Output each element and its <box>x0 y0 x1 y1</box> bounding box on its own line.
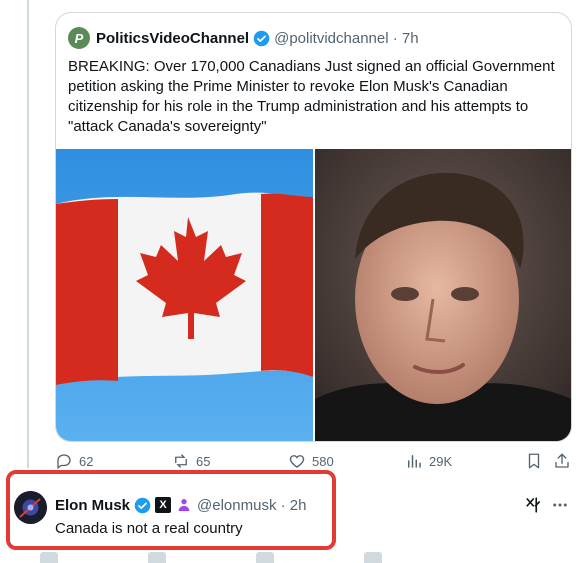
author-name[interactable]: PoliticsVideoChannel <box>96 30 249 47</box>
next-actions-bar-partial <box>40 552 570 563</box>
repost-icon <box>148 552 166 563</box>
grok-icon[interactable] <box>525 496 543 514</box>
reply-icon <box>57 454 71 470</box>
heart-icon <box>289 455 305 468</box>
tweet-text: Canada is not a real country <box>55 520 243 537</box>
verified-badge-icon <box>134 497 151 513</box>
verified-badge-icon <box>253 30 270 46</box>
x-affiliate-badge-icon[interactable]: X <box>155 497 172 513</box>
canada-flag-graphic <box>56 149 313 441</box>
analytics-icon <box>364 552 382 563</box>
author-handle[interactable]: @elonmusk · 2h <box>197 497 306 514</box>
repost-count: 65 <box>196 453 211 469</box>
bookmark-button[interactable] <box>525 452 549 470</box>
bookmark-icon <box>528 453 540 469</box>
tweet-media[interactable] <box>56 149 571 441</box>
heart-icon <box>256 552 274 563</box>
analytics-icon <box>408 455 421 468</box>
author-name[interactable]: Elon Musk <box>55 497 130 514</box>
share-icon <box>555 453 569 468</box>
author-handle[interactable]: @politvidchannel · 7h <box>274 30 418 47</box>
share-button[interactable] <box>553 452 577 470</box>
portrait-graphic <box>315 149 571 441</box>
like-count: 580 <box>312 453 334 469</box>
reply-button[interactable]: 62 <box>55 452 93 470</box>
repost-button[interactable]: 65 <box>172 452 210 470</box>
reply-count: 62 <box>79 453 94 469</box>
more-options-icon[interactable] <box>551 496 569 514</box>
like-button[interactable]: 580 <box>288 452 334 470</box>
tweet-text: BREAKING: Over 170,000 Canadians Just si… <box>68 58 555 135</box>
view-count: 29K <box>429 453 453 469</box>
quoted-tweet-header: P PoliticsVideoChannel @politvidchannel … <box>68 26 419 50</box>
avatar[interactable] <box>14 491 47 524</box>
avatar[interactable]: P <box>68 27 90 49</box>
reply-tweet-header: Elon Musk X @elonmusk · 2h <box>55 495 306 515</box>
person-portrait-image[interactable] <box>315 149 571 441</box>
avatar-graphic <box>14 491 47 524</box>
reply-icon <box>40 552 58 563</box>
repost-icon <box>175 454 187 468</box>
views-button[interactable]: 29K <box>405 452 452 470</box>
government-affiliate-icon[interactable] <box>176 497 192 513</box>
canada-flag-image[interactable] <box>56 149 313 441</box>
quoted-tweet-card[interactable]: P PoliticsVideoChannel @politvidchannel … <box>55 12 572 442</box>
thread-line <box>27 0 29 468</box>
